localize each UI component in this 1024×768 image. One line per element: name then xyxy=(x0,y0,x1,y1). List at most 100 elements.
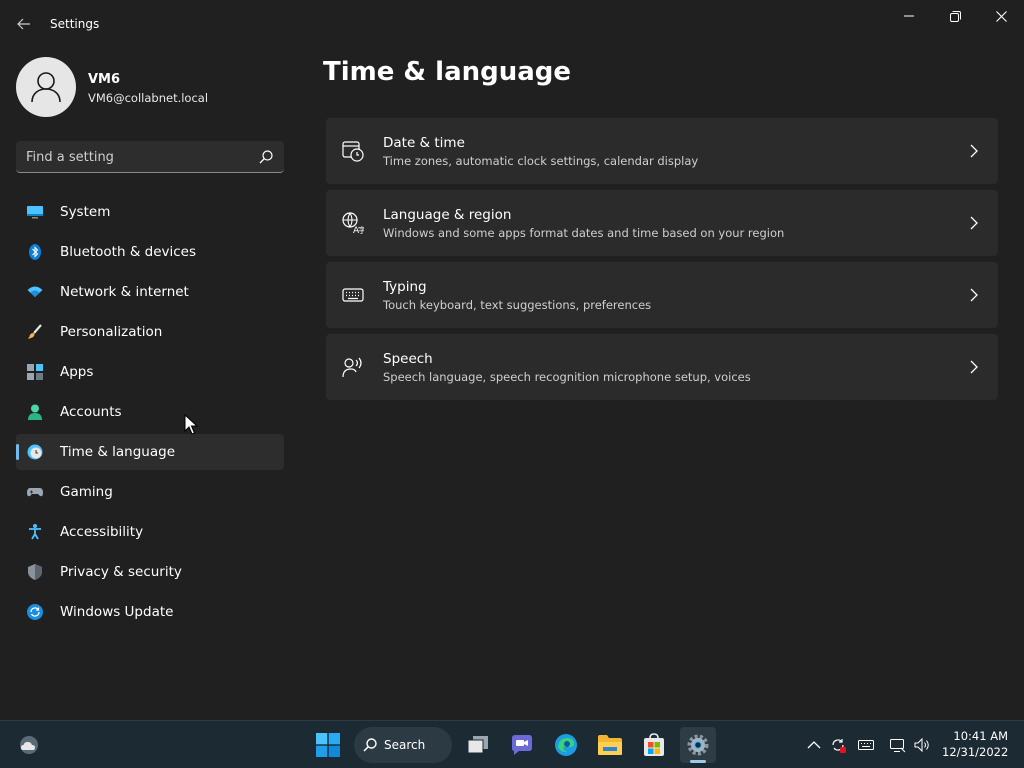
sidebar-item-gaming[interactable]: Gaming xyxy=(16,474,284,510)
typing-card[interactable]: Typing Touch keyboard, text suggestions,… xyxy=(326,262,998,328)
sync-alert-icon[interactable] xyxy=(830,737,846,753)
close-button[interactable] xyxy=(978,4,1024,28)
shield-icon xyxy=(28,564,42,580)
profile-name: VM6 xyxy=(88,72,121,87)
keyboard-icon[interactable] xyxy=(858,737,874,753)
volume-icon[interactable] xyxy=(914,737,930,753)
file-explorer-button[interactable] xyxy=(592,727,628,763)
accessibility-icon xyxy=(29,524,41,540)
teams-chat-icon xyxy=(512,735,532,755)
sidebar-item-network[interactable]: Network & internet xyxy=(16,274,284,310)
sidebar-item-privacy[interactable]: Privacy & security xyxy=(16,554,284,590)
user-icon xyxy=(31,72,61,103)
chat-button[interactable] xyxy=(504,727,540,763)
language-region-card[interactable]: A字 Language & region Windows and some ap… xyxy=(326,190,998,256)
weather-widget[interactable] xyxy=(12,727,46,763)
sidebar-item-label: Time & language xyxy=(60,444,176,460)
sidebar-item-bluetooth[interactable]: Bluetooth & devices xyxy=(16,234,284,270)
restore-icon xyxy=(949,10,961,22)
microsoft-store-button[interactable] xyxy=(636,727,672,763)
chevron-right-icon xyxy=(970,144,978,158)
calendar-clock-icon xyxy=(342,141,364,162)
brush-icon xyxy=(28,324,42,339)
card-title: Typing xyxy=(383,279,427,295)
cloud-icon xyxy=(20,736,38,754)
sidebar-nav: System Bluetooth & devices Network & int… xyxy=(16,194,284,634)
speech-card[interactable]: Speech Speech language, speech recogniti… xyxy=(326,334,998,400)
folder-icon xyxy=(598,735,622,755)
active-app-indicator xyxy=(690,760,706,763)
card-title: Language & region xyxy=(383,207,512,223)
sidebar-item-label: Privacy & security xyxy=(60,564,182,580)
card-description: Touch keyboard, text suggestions, prefer… xyxy=(383,298,652,312)
sidebar-item-label: Windows Update xyxy=(60,604,174,620)
card-description: Speech language, speech recognition micr… xyxy=(383,370,751,384)
sidebar-item-label: Bluetooth & devices xyxy=(60,244,197,260)
clock-date: 12/31/2022 xyxy=(942,745,1009,759)
task-view-button[interactable] xyxy=(460,727,496,763)
wifi-icon xyxy=(27,286,43,297)
gear-icon xyxy=(687,734,709,756)
taskbar-search-label: Search xyxy=(384,738,426,752)
apps-icon xyxy=(27,364,43,380)
back-button[interactable] xyxy=(10,10,38,38)
mouse-cursor-icon xyxy=(184,414,198,435)
bluetooth-icon xyxy=(29,244,41,260)
sidebar-item-personalization[interactable]: Personalization xyxy=(16,314,284,350)
sidebar-item-system[interactable]: System xyxy=(16,194,284,230)
chevron-right-icon xyxy=(970,216,978,230)
page-title: Time & language xyxy=(323,57,572,87)
clock[interactable]: 10:41 AM 12/31/2022 xyxy=(942,728,1008,760)
chevron-up-icon[interactable] xyxy=(806,737,822,753)
network-icon[interactable] xyxy=(890,737,906,753)
card-title: Date & time xyxy=(383,135,465,151)
store-icon xyxy=(644,733,664,756)
svg-text:字: 字 xyxy=(358,225,364,234)
close-icon xyxy=(995,10,1007,22)
keyboard-icon xyxy=(342,288,364,302)
taskbar: Search xyxy=(0,720,1024,768)
taskbar-search-button[interactable]: Search xyxy=(354,727,452,763)
settings-cards: Date & time Time zones, automatic clock … xyxy=(326,118,998,406)
search-icon[interactable] xyxy=(258,149,274,165)
minimize-icon xyxy=(904,15,914,17)
sidebar-item-label: Network & internet xyxy=(60,284,189,300)
settings-app-button[interactable] xyxy=(680,727,716,763)
app-title: Settings xyxy=(50,17,100,31)
sidebar-item-accounts[interactable]: Accounts xyxy=(16,394,284,430)
sidebar-item-label: Gaming xyxy=(60,484,113,500)
search-icon xyxy=(363,738,377,752)
chevron-right-icon xyxy=(970,360,978,374)
task-view-icon xyxy=(467,736,488,754)
sidebar-item-apps[interactable]: Apps xyxy=(16,354,284,390)
sidebar-item-label: System xyxy=(60,204,111,220)
date-time-card[interactable]: Date & time Time zones, automatic clock … xyxy=(326,118,998,184)
search-input[interactable] xyxy=(26,148,246,166)
search-box[interactable] xyxy=(16,141,284,173)
clock-time: 10:41 AM xyxy=(953,729,1008,743)
edge-browser-button[interactable] xyxy=(548,727,584,763)
avatar[interactable] xyxy=(16,57,76,117)
restore-button[interactable] xyxy=(932,4,978,28)
start-button[interactable] xyxy=(310,727,346,763)
sidebar-item-label: Personalization xyxy=(60,324,163,340)
profile-email: VM6@collabnet.local xyxy=(88,91,209,105)
sidebar-item-windows-update[interactable]: Windows Update xyxy=(16,594,284,630)
system-icon xyxy=(27,206,43,219)
language-icon: A字 xyxy=(342,212,364,234)
update-icon xyxy=(27,604,43,620)
sidebar-item-label: Accounts xyxy=(60,404,122,420)
title-bar: Settings xyxy=(0,0,1024,48)
sidebar-item-label: Accessibility xyxy=(60,524,144,540)
sidebar-item-accessibility[interactable]: Accessibility xyxy=(16,514,284,550)
card-description: Time zones, automatic clock settings, ca… xyxy=(383,154,699,168)
card-description: Windows and some apps format dates and t… xyxy=(383,226,785,240)
sidebar-item-time-language[interactable]: Time & language xyxy=(16,434,284,470)
chevron-right-icon xyxy=(970,288,978,302)
time-language-icon xyxy=(27,444,43,460)
sidebar-item-label: Apps xyxy=(60,364,94,380)
speech-icon xyxy=(342,357,362,378)
edge-icon xyxy=(555,734,577,756)
back-arrow-icon xyxy=(17,18,30,30)
minimize-button[interactable] xyxy=(886,4,932,28)
